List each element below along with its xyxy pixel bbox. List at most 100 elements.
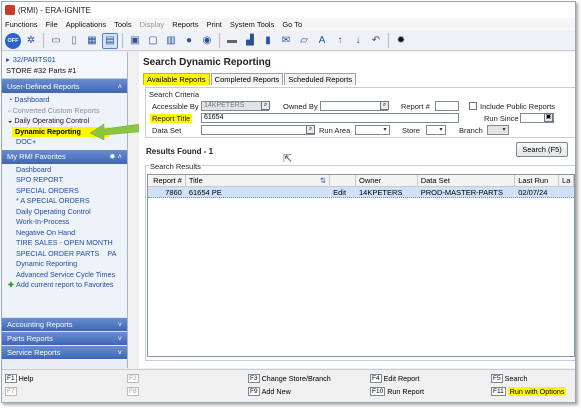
sidebar-item-doc-plus[interactable]: DOC+ bbox=[8, 137, 127, 148]
menu-go-to[interactable]: Go To bbox=[282, 20, 302, 29]
undo-icon[interactable]: ↶ bbox=[368, 33, 384, 49]
favorite-item[interactable]: SPO REPORT bbox=[16, 175, 127, 186]
gear-icon[interactable]: ✲ bbox=[23, 33, 39, 49]
off-button[interactable]: OFF bbox=[5, 32, 21, 49]
key-badge: F8 bbox=[127, 386, 139, 396]
sidebar-item-dashboard[interactable]: ◔ Dashboard bbox=[8, 95, 127, 106]
accessible-by-lookup-icon[interactable]: ⌕ bbox=[261, 101, 270, 110]
page-icon[interactable]: ▯ bbox=[66, 33, 82, 49]
favorite-item[interactable]: Dashboard bbox=[16, 165, 127, 176]
keyboard-icon[interactable]: ▬ bbox=[224, 33, 240, 49]
fkey-label: Help bbox=[18, 373, 34, 383]
mail-icon[interactable]: ✉ bbox=[278, 33, 294, 49]
sidebar-item-label: Daily Operating Control bbox=[14, 116, 90, 125]
favorite-item[interactable]: Negative On Hand bbox=[16, 228, 127, 239]
column-header-title[interactable]: Title ⇅ bbox=[186, 175, 331, 186]
section-user-defined-reports[interactable]: User-Defined Reports ˄ bbox=[2, 79, 127, 93]
calendar-icon[interactable]: ▣ bbox=[127, 33, 143, 49]
video-icon[interactable]: ◉ bbox=[199, 33, 215, 49]
fkey-f3[interactable]: F3 Change Store/Branch bbox=[248, 373, 331, 383]
section-title: Accounting Reports bbox=[7, 319, 73, 329]
sidebar-item-converted-custom-reports[interactable]: ▫ Converted Custom Reports bbox=[8, 106, 127, 117]
tab-scheduled-reports[interactable]: Scheduled Reports bbox=[284, 73, 357, 85]
include-public-checkbox[interactable] bbox=[469, 102, 477, 110]
sidebar-item-daily-operating-control[interactable]: ◒ Daily Operating Control bbox=[8, 116, 127, 127]
fkey-f11[interactable]: F11 Run with Options bbox=[491, 386, 567, 396]
tab-available-reports[interactable]: Available Reports bbox=[143, 73, 210, 85]
fkey-f4[interactable]: F4 Edit Report bbox=[370, 373, 420, 383]
column-header-owner[interactable]: Owner bbox=[356, 175, 418, 186]
report-number-field[interactable] bbox=[435, 101, 459, 111]
column-header-truncated[interactable]: La bbox=[559, 175, 574, 186]
menu-reports[interactable]: Reports bbox=[172, 20, 198, 29]
list-icon[interactable]: ▤ bbox=[102, 32, 118, 49]
add-to-favorites-link[interactable]: ✚ Add current report to Favorites bbox=[8, 280, 127, 291]
column-header-data-set[interactable]: Data Set bbox=[418, 175, 516, 186]
arrow-up-icon[interactable]: ↑ bbox=[332, 33, 348, 49]
dashboard-icon: ◔ bbox=[8, 95, 13, 104]
collapse-icon[interactable]: ˄ bbox=[118, 82, 122, 91]
sidebar-item-dynamic-reporting[interactable]: Dynamic Reporting bbox=[12, 126, 110, 137]
search-button[interactable]: Search (F5) bbox=[516, 142, 568, 157]
fkey-f5[interactable]: F5 Search bbox=[491, 373, 527, 383]
favorite-item[interactable]: TIRE SALES - OPEN MONTH bbox=[16, 238, 127, 249]
calendar-icon[interactable]: ▣ bbox=[544, 113, 553, 122]
search-results-legend: Search Results bbox=[149, 162, 202, 171]
section-my-rmi-favorites[interactable]: My RMI Favorites ✹ ˄ bbox=[2, 149, 127, 164]
font-size-icon[interactable]: A bbox=[314, 33, 330, 49]
book-icon[interactable]: ▮ bbox=[260, 33, 276, 49]
column-header-label: Title bbox=[188, 176, 203, 185]
favorite-label: SPECIAL ORDER PARTS bbox=[16, 248, 100, 258]
favorite-item[interactable]: Dynamic Reporting bbox=[16, 259, 127, 270]
favorite-item[interactable]: SPECIAL ORDERS bbox=[16, 186, 127, 197]
menu-system-tools[interactable]: System Tools bbox=[230, 20, 274, 29]
folder-icon[interactable]: ▭ bbox=[48, 33, 64, 49]
chart-icon[interactable]: ▟ bbox=[242, 33, 258, 49]
fkey-f10[interactable]: F10 Run Report bbox=[370, 386, 424, 396]
arrow-down-icon[interactable]: ↓ bbox=[350, 33, 366, 49]
chevron-down-icon[interactable]: ▾ bbox=[500, 126, 508, 134]
favorite-item[interactable]: Daily Operating Control bbox=[16, 207, 127, 218]
user-icon[interactable]: ● bbox=[181, 33, 197, 49]
cell-data-set: PROD-MASTER-PARTS bbox=[418, 187, 516, 197]
column-header-report-number[interactable]: Report # bbox=[148, 175, 186, 186]
menu-applications[interactable]: Applications bbox=[66, 20, 106, 29]
menu-functions[interactable]: Functions bbox=[5, 20, 38, 29]
expand-icon[interactable]: ˅ bbox=[118, 348, 122, 357]
owned-by-lookup-icon[interactable]: ⌕ bbox=[380, 101, 389, 110]
accessible-by-field[interactable]: 14KPETERS bbox=[201, 101, 269, 111]
tab-completed-reports[interactable]: Completed Reports bbox=[210, 73, 284, 85]
store-code[interactable]: 32/PARTS01 bbox=[13, 55, 56, 64]
favorite-item[interactable]: SPECIAL ORDER PARTS PA bbox=[16, 249, 127, 260]
expand-icon[interactable]: ˅ bbox=[118, 334, 122, 343]
menu-tools[interactable]: Tools bbox=[114, 20, 132, 29]
document-icon[interactable]: ▢ bbox=[145, 33, 161, 49]
menu-file[interactable]: File bbox=[46, 20, 58, 29]
owned-by-field[interactable] bbox=[320, 101, 388, 111]
chevron-down-icon[interactable]: ▾ bbox=[381, 126, 389, 134]
section-parts-reports[interactable]: Parts Reports ˅ bbox=[2, 330, 127, 345]
key-badge: F11 bbox=[491, 386, 506, 396]
report-title-field[interactable]: 61654 bbox=[201, 113, 459, 123]
section-accounting-reports[interactable]: Accounting Reports ˅ bbox=[2, 316, 127, 331]
fkey-f9[interactable]: F9 Add New bbox=[248, 386, 291, 396]
section-service-reports[interactable]: Service Reports ˅ bbox=[2, 344, 127, 359]
grid-icon[interactable]: ▦ bbox=[84, 33, 100, 49]
column-header-last-run[interactable]: Last Run bbox=[515, 175, 560, 186]
chevron-down-icon[interactable]: ▾ bbox=[437, 126, 445, 134]
data-set-lookup-icon[interactable]: ⌕ bbox=[306, 125, 315, 134]
menu-print[interactable]: Print bbox=[206, 20, 221, 29]
fkey-f1[interactable]: F1 Help bbox=[5, 373, 33, 383]
table-row[interactable]: 7860 61654 PE Edit 14KPETERS PROD-MASTER… bbox=[148, 187, 574, 198]
title-bar: (RMI) - ERA-IGNITE bbox=[2, 2, 575, 18]
settings-icon[interactable]: ✹ bbox=[393, 33, 409, 49]
scan-icon[interactable]: ▥ bbox=[163, 33, 179, 49]
gear-icon[interactable]: ✹ ˄ bbox=[109, 152, 122, 161]
edit-link[interactable]: Edit bbox=[330, 187, 357, 197]
expand-icon[interactable]: ˅ bbox=[118, 320, 122, 329]
data-set-field[interactable] bbox=[201, 125, 315, 135]
favorite-item[interactable]: Work-In-Process bbox=[16, 217, 127, 228]
favorite-item[interactable]: Advanced Service Cycle Times bbox=[16, 270, 127, 281]
chat-icon[interactable]: ▱ bbox=[296, 33, 312, 49]
favorite-item[interactable]: * A SPECIAL ORDERS bbox=[16, 196, 127, 207]
